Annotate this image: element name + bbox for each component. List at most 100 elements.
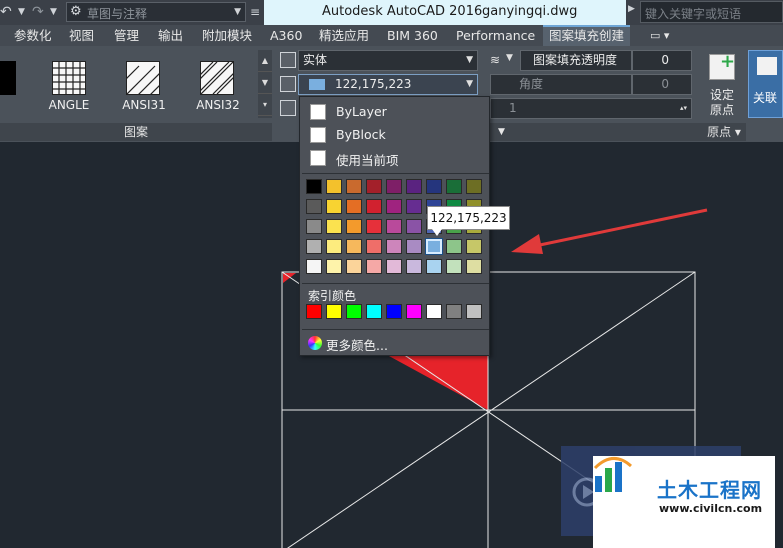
color-swatch[interactable] bbox=[366, 199, 382, 214]
color-swatch[interactable] bbox=[386, 199, 402, 214]
color-swatch[interactable] bbox=[426, 259, 442, 274]
transparency-label[interactable]: 图案填充透明度 bbox=[520, 50, 632, 71]
color-swatch[interactable] bbox=[386, 179, 402, 194]
scroll-down-icon[interactable]: ▼ bbox=[258, 72, 272, 94]
color-swatch[interactable] bbox=[386, 259, 402, 274]
search-input[interactable]: 键入关键字或短语 bbox=[640, 1, 783, 23]
hatch-color-select[interactable]: 122,175,223 ▼ bbox=[298, 74, 478, 95]
tab-manage[interactable]: 管理 bbox=[114, 25, 139, 46]
color-swatch[interactable] bbox=[306, 199, 322, 214]
tab-a360[interactable]: A360 bbox=[270, 25, 302, 46]
tab-performance[interactable]: Performance bbox=[456, 25, 535, 46]
color-swatch[interactable] bbox=[306, 179, 322, 194]
option-byblock[interactable]: ByBlock bbox=[300, 124, 489, 146]
transparency-value-field[interactable]: 0 bbox=[632, 50, 692, 71]
color-swatch[interactable] bbox=[346, 259, 362, 274]
color-swatch[interactable] bbox=[306, 239, 322, 254]
tab-addins[interactable]: 附加模块 bbox=[202, 25, 252, 46]
color-swatch[interactable] bbox=[426, 179, 442, 194]
color-swatch[interactable] bbox=[446, 259, 462, 274]
color-swatch[interactable] bbox=[326, 219, 342, 234]
color-swatch[interactable] bbox=[346, 179, 362, 194]
color-swatch[interactable] bbox=[326, 179, 342, 194]
selected-color-chip bbox=[309, 79, 325, 90]
pattern-angle-swatch[interactable] bbox=[52, 61, 86, 95]
index-color-swatch[interactable] bbox=[306, 304, 322, 319]
more-colors-button[interactable]: 更多颜色... bbox=[308, 334, 478, 353]
bylayer-label: ByLayer bbox=[336, 104, 387, 119]
scroll-up-icon[interactable]: ▲ bbox=[258, 50, 272, 72]
color-swatch[interactable] bbox=[366, 219, 382, 234]
color-swatch[interactable] bbox=[326, 239, 342, 254]
color-swatch[interactable] bbox=[346, 219, 362, 234]
tab-options-icon[interactable]: ▭ ▾ bbox=[650, 29, 680, 43]
pattern-solid-swatch[interactable] bbox=[0, 61, 16, 95]
tab-output[interactable]: 输出 bbox=[158, 25, 183, 46]
associative-button[interactable]: 关联 bbox=[748, 50, 783, 118]
index-color-swatch[interactable] bbox=[366, 304, 382, 319]
pattern-ansi31-swatch[interactable] bbox=[122, 61, 168, 99]
workspace-selector[interactable]: ⚙ 草图与注释 ▼ bbox=[66, 2, 246, 22]
color-swatch[interactable] bbox=[406, 219, 422, 234]
transparency-label-text: 图案填充透明度 bbox=[533, 53, 618, 67]
option-use-current[interactable]: 使用当前项 bbox=[300, 147, 489, 169]
color-swatch[interactable] bbox=[446, 239, 462, 254]
color-swatch[interactable] bbox=[466, 259, 482, 274]
color-swatch[interactable] bbox=[366, 179, 382, 194]
angle-value-field[interactable]: 0 bbox=[632, 74, 692, 95]
color-swatch[interactable] bbox=[406, 259, 422, 274]
origin-panel-title[interactable]: 原点 ▾ bbox=[702, 123, 746, 141]
divider bbox=[302, 329, 489, 330]
color-swatch[interactable] bbox=[366, 259, 382, 274]
tab-featured-apps[interactable]: 精选应用 bbox=[319, 25, 369, 46]
index-color-swatch[interactable] bbox=[466, 304, 482, 319]
color-swatch[interactable] bbox=[406, 199, 422, 214]
set-origin-icon bbox=[709, 51, 735, 80]
option-bylayer[interactable]: ByLayer bbox=[300, 101, 489, 123]
color-swatch[interactable] bbox=[466, 179, 482, 194]
index-color-swatch[interactable] bbox=[446, 304, 462, 319]
set-origin-button[interactable]: 设定 原点 bbox=[703, 51, 741, 122]
undo-dropdown-icon[interactable]: ▼ bbox=[18, 5, 28, 19]
color-swatch[interactable] bbox=[386, 219, 402, 234]
diagonal-pattern-icon bbox=[122, 65, 168, 99]
index-color-swatch[interactable] bbox=[326, 304, 342, 319]
gallery-scrollbar[interactable]: ▲ ▼ ▾ bbox=[258, 50, 272, 118]
index-color-swatch[interactable] bbox=[426, 304, 442, 319]
scale-field[interactable]: 1 ▴▾ bbox=[490, 98, 692, 119]
file-name: ganyingqi.dwg bbox=[482, 4, 578, 19]
index-color-swatch[interactable] bbox=[406, 304, 422, 319]
tab-view[interactable]: 视图 bbox=[69, 25, 94, 46]
color-swatch[interactable] bbox=[366, 239, 382, 254]
index-color-swatch[interactable] bbox=[346, 304, 362, 319]
redo-icon[interactable]: ↷ bbox=[32, 3, 48, 21]
tab-hatch-creation[interactable]: 图案填充创建 bbox=[543, 25, 631, 46]
gallery-expand-icon[interactable]: ▾ bbox=[258, 94, 272, 116]
color-swatch[interactable] bbox=[406, 239, 422, 254]
color-swatch[interactable] bbox=[466, 239, 482, 254]
color-swatch-selected[interactable] bbox=[426, 239, 442, 254]
color-swatch[interactable] bbox=[306, 259, 322, 274]
panel-expand-icon[interactable]: ▼ bbox=[498, 123, 505, 141]
tab-parametric[interactable]: 参数化 bbox=[14, 25, 52, 46]
pattern-ansi32-swatch[interactable] bbox=[196, 61, 238, 95]
color-swatch[interactable] bbox=[346, 239, 362, 254]
tab-bim360[interactable]: BIM 360 bbox=[387, 25, 438, 46]
chevron-down-icon: ▼ bbox=[466, 55, 473, 65]
color-swatch[interactable] bbox=[326, 259, 342, 274]
color-swatch[interactable] bbox=[386, 239, 402, 254]
color-swatch[interactable] bbox=[326, 199, 342, 214]
layer-dropdown-icon[interactable]: ▼ bbox=[506, 53, 513, 63]
undo-icon[interactable]: ↶ bbox=[0, 3, 16, 21]
index-color-swatch[interactable] bbox=[386, 304, 402, 319]
color-swatch[interactable] bbox=[446, 179, 462, 194]
expand-arrow-icon[interactable]: ▶ bbox=[628, 4, 635, 14]
layers-icon[interactable]: ≋ bbox=[490, 53, 506, 67]
color-swatch[interactable] bbox=[306, 219, 322, 234]
quick-access-menu-icon[interactable]: ≡ bbox=[248, 3, 262, 21]
color-swatch[interactable] bbox=[346, 199, 362, 214]
spinner-icon[interactable]: ▴▾ bbox=[680, 99, 687, 118]
redo-dropdown-icon[interactable]: ▼ bbox=[50, 5, 60, 19]
hatch-type-select[interactable]: 实体 ▼ bbox=[298, 50, 478, 71]
color-swatch[interactable] bbox=[406, 179, 422, 194]
